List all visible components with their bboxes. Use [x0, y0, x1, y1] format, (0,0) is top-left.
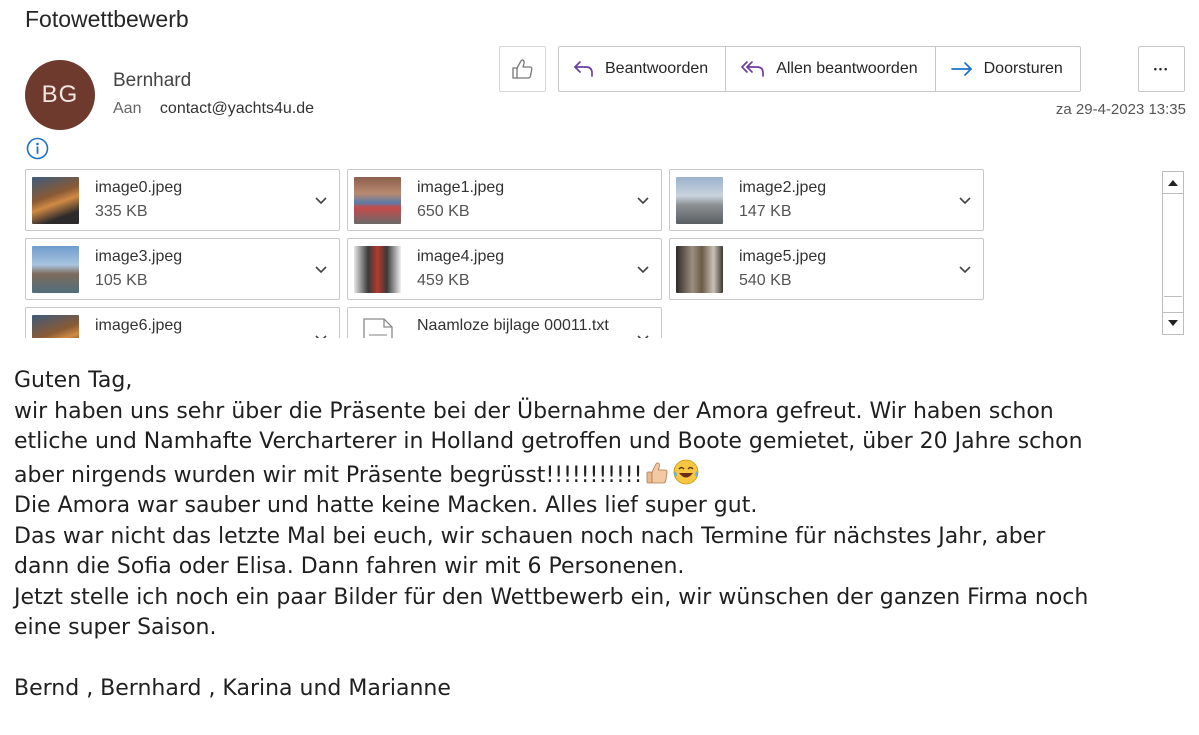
attachment-item[interactable]: image5.jpeg 540 KB — [669, 238, 984, 300]
more-icon: ••• — [1153, 64, 1170, 74]
thumbs-up-emoji — [647, 461, 668, 483]
forward-label: Doorsturen — [983, 60, 1063, 77]
chevron-down-icon[interactable] — [957, 192, 973, 208]
body-line: dann die Sofia oder Elisa. Dann fahren w… — [14, 554, 685, 579]
reply-all-icon — [741, 61, 765, 77]
avatar[interactable]: BG — [25, 60, 95, 130]
thumbs-up-icon — [511, 59, 532, 79]
laughing-tears-emoji — [674, 459, 699, 484]
body-line: aber nirgends wurden wir mit Präsente be… — [14, 462, 643, 488]
attachment-item[interactable]: image4.jpeg 459 KB — [347, 238, 662, 300]
attachment-item[interactable]: image1.jpeg 650 KB — [347, 169, 662, 231]
attachment-list: image0.jpeg 335 KB image1.jpeg 650 KB im… — [25, 168, 1160, 338]
body-signature: Bernd , Bernhard , Karina und Marianne — [14, 676, 451, 701]
attachment-name: image0.jpeg — [95, 179, 183, 196]
attachment-size: 147 KB — [739, 203, 792, 220]
chevron-down-icon[interactable] — [957, 261, 973, 277]
like-button[interactable] — [499, 46, 546, 92]
attachment-size: 650 KB — [417, 203, 470, 220]
chevron-down-icon[interactable] — [635, 192, 651, 208]
body-line: Die Amora war sauber und hatte keine Mac… — [14, 493, 758, 518]
body-line-with-emoji: aber nirgends wurden wir mit Präsente be… — [14, 458, 1189, 492]
text-file-icon — [354, 315, 401, 338]
info-icon[interactable] — [26, 137, 49, 160]
email-subject: Fotowettbewerb — [25, 6, 189, 32]
attachment-name: image4.jpeg — [417, 248, 505, 265]
body-line: eine super Saison. — [14, 615, 217, 640]
chevron-down-icon[interactable] — [635, 330, 651, 338]
attachment-thumbnail — [354, 246, 401, 293]
attachment-name: image2.jpeg — [739, 179, 827, 196]
received-datetime: za 29-4-2023 13:35 — [1055, 101, 1186, 118]
recipient-address[interactable]: contact@yachts4u.de — [160, 100, 314, 117]
attachment-thumbnail — [676, 246, 723, 293]
scroll-up-arrow-icon[interactable] — [1163, 172, 1183, 194]
chevron-down-icon[interactable] — [313, 330, 329, 338]
attachment-name: image5.jpeg — [739, 248, 827, 265]
chevron-down-icon[interactable] — [313, 192, 329, 208]
avatar-initials: BG — [41, 81, 79, 108]
attachment-scrollbar[interactable] — [1162, 171, 1184, 335]
chevron-down-icon[interactable] — [635, 261, 651, 277]
attachment-size: 540 KB — [739, 272, 792, 289]
forward-icon — [950, 62, 972, 76]
attachment-thumbnail — [32, 315, 79, 338]
reply-actions: Beantwoorden Allen beantwoorden Doorstur… — [558, 46, 1081, 92]
attachment-size: 335 KB — [95, 203, 148, 220]
attachment-thumbnail — [32, 177, 79, 224]
reply-icon — [574, 61, 593, 77]
body-line: etliche und Namhafte Vercharterer in Hol… — [14, 429, 1083, 454]
attachment-thumbnail — [676, 177, 723, 224]
attachment-item[interactable]: image0.jpeg 335 KB — [25, 169, 340, 231]
more-options-button[interactable]: ••• — [1138, 46, 1185, 92]
to-label: Aan — [113, 100, 142, 117]
scrollbar-thumb[interactable] — [1164, 197, 1182, 297]
reply-button[interactable]: Beantwoorden — [559, 47, 727, 91]
attachment-item[interactable]: image3.jpeg 105 KB — [25, 238, 340, 300]
attachment-name: Naamloze bijlage 00011.txt — [417, 317, 609, 334]
reply-label: Beantwoorden — [605, 60, 709, 77]
sender-name[interactable]: Bernhard — [113, 70, 191, 92]
attachment-size: 105 KB — [95, 272, 148, 289]
attachment-item[interactable]: Naamloze bijlage 00011.txt — [347, 307, 662, 338]
reply-all-label: Allen beantwoorden — [776, 60, 918, 77]
body-line: Jetzt stelle ich noch ein paar Bilder fü… — [14, 584, 1089, 610]
email-body: Guten Tag, wir haben uns sehr über die P… — [14, 366, 1189, 705]
attachment-thumbnail — [354, 177, 401, 224]
chevron-down-icon[interactable] — [313, 261, 329, 277]
attachment-item[interactable]: image2.jpeg 147 KB — [669, 169, 984, 231]
body-line: wir haben uns sehr über die Präsente bei… — [14, 398, 1054, 424]
recipient-row: Aan contact@yachts4u.de — [113, 100, 314, 118]
body-line: Das war nicht das letzte Mal bei euch, w… — [14, 523, 1046, 549]
attachment-item[interactable]: image6.jpeg — [25, 307, 340, 338]
attachment-size: 459 KB — [417, 272, 470, 289]
scroll-down-arrow-icon[interactable] — [1163, 312, 1183, 334]
attachment-thumbnail — [32, 246, 79, 293]
body-greeting: Guten Tag, — [14, 368, 133, 393]
attachment-name: image3.jpeg — [95, 248, 183, 265]
reply-all-button[interactable]: Allen beantwoorden — [726, 47, 936, 91]
attachment-name: image1.jpeg — [417, 179, 505, 196]
forward-button[interactable]: Doorsturen — [936, 47, 1080, 91]
attachment-name: image6.jpeg — [95, 317, 183, 334]
